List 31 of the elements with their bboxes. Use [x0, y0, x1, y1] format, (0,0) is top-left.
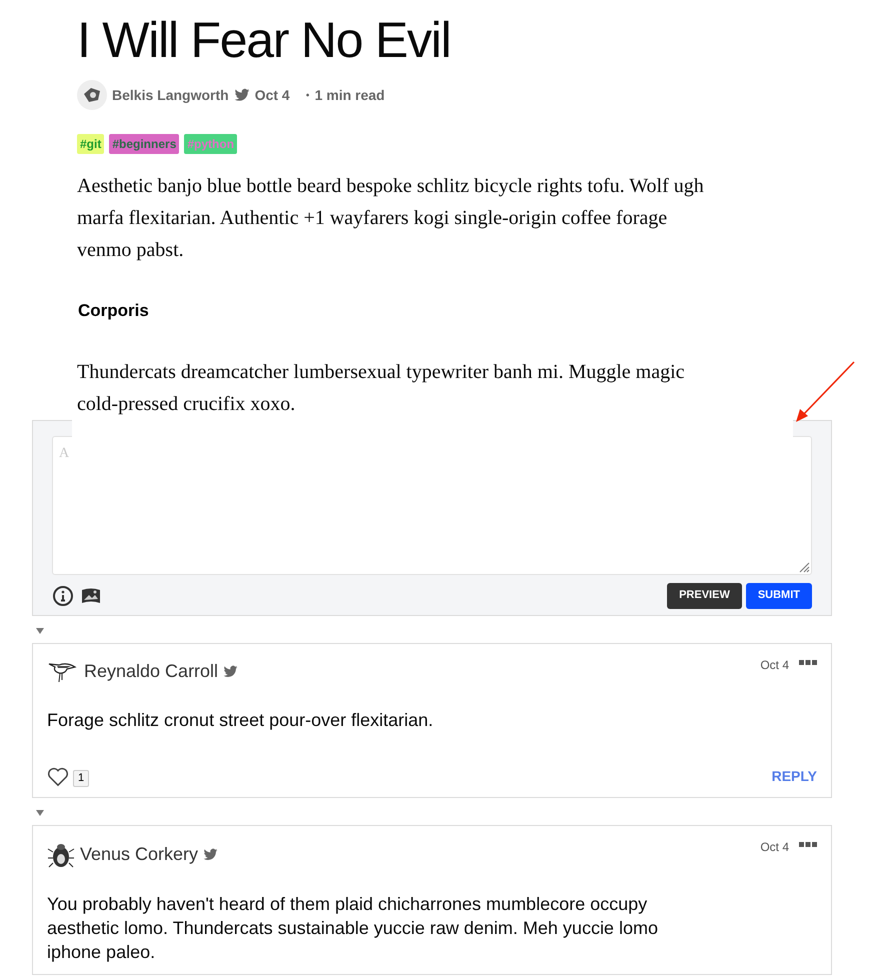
body-paragraph: Thundercats dreamcatcher lumbersexual typewriter banh mi. Muggle magic cold-pressed crucifix xoxo. [77, 360, 686, 416]
reply-button[interactable]: REPLY [772, 766, 817, 786]
tag-link[interactable]: #git [77, 134, 104, 154]
annotation-arrow-icon [794, 360, 856, 424]
more-options-icon[interactable] [799, 842, 817, 846]
comment-date: Oct 4 [760, 838, 789, 856]
twitter-bird-icon[interactable] [234, 87, 250, 103]
commenter-name[interactable]: Venus Corkery [80, 841, 198, 868]
heart-icon[interactable] [47, 766, 69, 786]
commenter-name[interactable]: Reynaldo Carroll [84, 658, 218, 685]
like-count: 1 [73, 770, 90, 786]
post-date: Oct 4 [254, 86, 290, 104]
body-paragraph: Aesthetic banjo blue bottle beard bespoke schlitz bicycle rights tofu. Wolf ugh marfa flexitarian. Authentic +1 wayfarers kogi single-origin coffee forage venmo pabst. [77, 174, 705, 263]
info-icon[interactable] [52, 584, 74, 606]
collapse-caret-icon[interactable] [36, 810, 44, 816]
read-time: ・1 min read [300, 86, 385, 104]
collapse-caret-icon[interactable] [36, 628, 44, 634]
twitter-bird-icon[interactable] [223, 664, 238, 679]
preview-button[interactable]: PREVIEW [667, 582, 742, 608]
resize-handle-icon[interactable] [798, 560, 810, 572]
twitter-bird-icon[interactable] [203, 847, 218, 862]
image-upload-icon[interactable] [80, 586, 102, 606]
more-options-icon[interactable] [799, 660, 817, 664]
comment-text: Forage schlitz cronut street pour-over flexitarian. [47, 708, 434, 732]
author-avatar[interactable] [77, 80, 107, 110]
article-title: I Will Fear No Evil [77, 11, 452, 70]
author-name[interactable]: Belkis Langworth [112, 84, 229, 106]
section-heading: Corporis [78, 300, 150, 322]
comment-date: Oct 4 [760, 656, 789, 674]
submit-button[interactable]: SUBMIT [746, 582, 812, 608]
comment-text: You probably haven't heard of them plaid chicharrones mumblecore occupy aesthetic lomo. Thundercats sustainable yuccie raw denim. Meh yuccie lomo iphone paleo. [47, 892, 659, 964]
